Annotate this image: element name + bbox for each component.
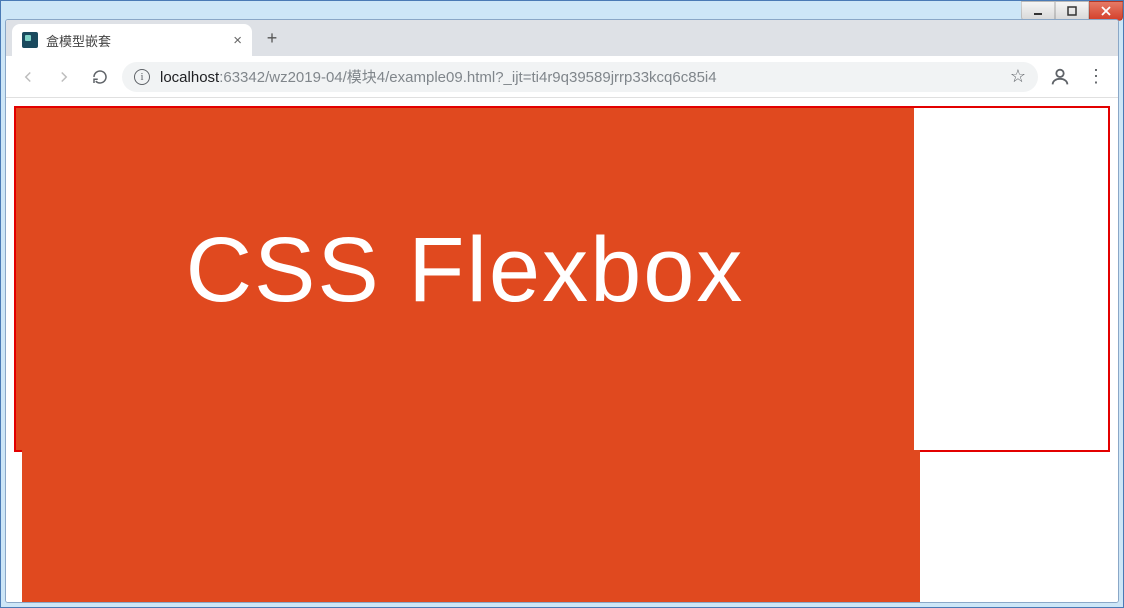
favicon-icon: [22, 32, 38, 48]
url-text: localhost:63342/wz2019-04/模块4/example09.…: [160, 66, 1000, 87]
profile-button[interactable]: [1046, 63, 1074, 91]
heading-text: CSS Flexbox: [186, 218, 745, 323]
back-button[interactable]: [14, 63, 42, 91]
new-tab-button[interactable]: +: [258, 24, 286, 52]
browser-toolbar: i localhost:63342/wz2019-04/模块4/example0…: [6, 56, 1118, 98]
tab-title: 盒模型嵌套: [46, 31, 225, 50]
window-controls: [1021, 1, 1123, 21]
browser-chrome: 盒模型嵌套 × + i localhost:63342/wz2019-04/模块…: [5, 19, 1119, 603]
inner-box-overflow: [22, 450, 920, 602]
browser-tab[interactable]: 盒模型嵌套 ×: [12, 24, 252, 56]
forward-button[interactable]: [50, 63, 78, 91]
tab-strip: 盒模型嵌套 × +: [6, 20, 1118, 56]
minimize-button[interactable]: [1021, 1, 1055, 21]
outer-box: CSS Flexbox: [14, 106, 1110, 452]
browser-menu-button[interactable]: ⋮: [1082, 63, 1110, 91]
url-path: :63342/wz2019-04/模块4/example09.html?_ijt…: [219, 69, 716, 86]
window-titlebar: [1, 1, 1123, 19]
page-body: CSS Flexbox: [14, 106, 1110, 452]
inner-box: CSS Flexbox: [16, 108, 914, 450]
address-bar[interactable]: i localhost:63342/wz2019-04/模块4/example0…: [122, 62, 1038, 92]
page-viewport: CSS Flexbox: [6, 98, 1118, 602]
close-button[interactable]: [1089, 1, 1123, 21]
bookmark-star-icon[interactable]: ☆: [1010, 66, 1026, 87]
reload-button[interactable]: [86, 63, 114, 91]
url-host: localhost: [160, 69, 219, 86]
site-info-icon[interactable]: i: [134, 69, 150, 85]
tab-close-button[interactable]: ×: [233, 32, 242, 49]
window-frame: 盒模型嵌套 × + i localhost:63342/wz2019-04/模块…: [0, 0, 1124, 608]
maximize-button[interactable]: [1055, 1, 1089, 21]
